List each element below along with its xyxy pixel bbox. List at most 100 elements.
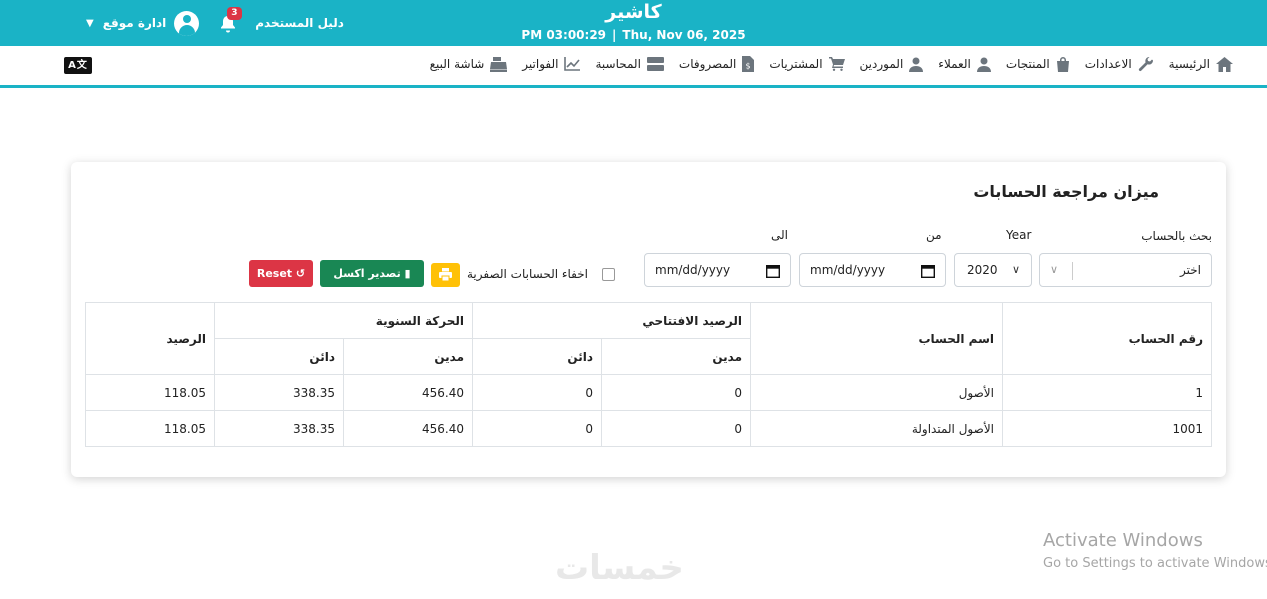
nav-item-label: شاشة البيع (429, 57, 485, 71)
cell-balance: 118.05 (85, 410, 215, 447)
column-header-annual-movement: الحركة السنوية (214, 302, 473, 339)
cell-balance: 118.05 (85, 374, 215, 411)
trial-balance-card: ميزان مراجعة الحسابات بحث بالحساب Year م… (71, 162, 1226, 477)
column-header-account-name: اسم الحساب (750, 302, 1003, 375)
table-row: 1 الأصول 0 0 456.40 338.35 118.05 (85, 374, 1212, 411)
column-header-movement-credit: دائن (214, 338, 344, 375)
nav-item-label: الفواتير (522, 57, 559, 71)
admin-menu-label[interactable]: ادارة موقع (103, 16, 167, 30)
reset-button[interactable]: Reset ↺ (249, 260, 313, 287)
nav-item-settings[interactable]: الاعدادات (1085, 56, 1154, 72)
nav-item-home[interactable]: الرئيسية (1168, 56, 1233, 72)
user-icon (976, 57, 991, 72)
home-icon (1216, 56, 1233, 72)
calendar-icon[interactable] (765, 263, 781, 282)
excel-file-icon: ▮ (404, 267, 411, 280)
current-time: PM 03:00:29 (521, 28, 607, 42)
current-date: Thu, Nov 06, 2025 (622, 28, 746, 42)
nav-items: الرئيسية الاعدادات المنتجات العملاء المو… (415, 56, 1233, 72)
column-header-opening-balance: الرصيد الافتتاحي (472, 302, 751, 339)
cell-account-number: 1001 (1002, 410, 1212, 447)
user-icon (909, 57, 924, 72)
from-date-label: من (926, 228, 942, 242)
export-excel-label: تصدير اكسل (333, 267, 401, 280)
chevron-down-icon[interactable]: ▼ (86, 18, 94, 29)
avatar-icon[interactable] (174, 10, 200, 36)
calendar-icon[interactable] (920, 263, 936, 282)
svg-text:$: $ (746, 62, 751, 71)
chevron-down-icon[interactable]: ∨ (1050, 263, 1058, 276)
notification-count-badge: 3 (227, 7, 242, 20)
cell-movement-credit: 338.35 (214, 410, 344, 447)
table-row: 1001 الأصول المتداولة 0 0 456.40 338.35 … (85, 410, 1212, 447)
hide-zero-accounts-label: اخفاء الحسابات الصفرية (467, 267, 589, 281)
to-date-input[interactable]: mm/dd/yyyy (644, 253, 791, 287)
column-header-opening-credit: دائن (472, 338, 602, 375)
from-date-input[interactable]: mm/dd/yyyy (799, 253, 946, 287)
activate-windows-subtitle: Go to Settings to activate Windows. (1043, 556, 1267, 571)
nav-item-accounting[interactable]: المحاسبة (595, 57, 664, 71)
nav-item-expenses[interactable]: $ المصروفات (678, 56, 755, 72)
cell-movement-credit: 338.35 (214, 374, 344, 411)
cell-account-name: الأصول المتداولة (750, 410, 1003, 447)
cell-movement-debit: 456.40 (343, 410, 473, 447)
to-date-value: mm/dd/yyyy (655, 263, 731, 277)
reset-label: Reset (256, 267, 293, 280)
from-date-value: mm/dd/yyyy (810, 263, 886, 277)
user-area: ▼ ادارة موقع 3 دليل المستخدم (86, 7, 344, 36)
year-select[interactable]: 2020 ∨ (954, 253, 1032, 287)
nav-item-label: الاعدادات (1084, 57, 1132, 71)
hide-zero-accounts-control: اخفاء الحسابات الصفرية (467, 267, 616, 281)
nav-item-label: المشتريات (769, 57, 823, 71)
printer-icon (439, 268, 452, 281)
nav-item-label: المحاسبة (595, 57, 641, 71)
hide-zero-accounts-checkbox[interactable] (602, 267, 616, 281)
nav-item-products[interactable]: المنتجات (1006, 56, 1070, 72)
select-divider (1072, 262, 1073, 280)
cart-icon (828, 57, 845, 71)
cell-opening-debit: 0 (601, 410, 751, 447)
user-guide-link[interactable]: دليل المستخدم (255, 16, 344, 30)
money-file-icon: $ (742, 56, 755, 72)
server-icon (646, 57, 664, 71)
nav-item-label: الموردين (859, 57, 904, 71)
trial-balance-table: رقم الحساب اسم الحساب الرصيد الافتتاحي ا… (85, 302, 1212, 447)
cell-opening-credit: 0 (472, 374, 602, 411)
nav-item-label: العملاء (938, 57, 971, 71)
year-filter-label: Year (1006, 228, 1032, 242)
table-header-row: رقم الحساب اسم الحساب الرصيد الافتتاحي ا… (85, 302, 1212, 375)
chevron-down-icon: ∨ (1011, 263, 1020, 276)
cell-movement-debit: 456.40 (343, 374, 473, 411)
language-toggle-icon[interactable]: A文 (64, 57, 92, 74)
bag-icon (1056, 56, 1070, 72)
undo-icon: ↺ (295, 267, 306, 280)
to-date-label: الى (771, 228, 788, 242)
year-select-value: 2020 (967, 263, 998, 277)
nav-item-invoices[interactable]: الفواتير (522, 57, 581, 71)
nav-item-suppliers[interactable]: الموردين (860, 57, 924, 72)
nav-item-pos[interactable]: شاشة البيع (429, 56, 508, 72)
nav-item-purchases[interactable]: المشتريات (769, 57, 845, 71)
account-select-value: اختر (1180, 263, 1201, 277)
top-bar: كاشير PM 03:00:29 | Thu, Nov 06, 2025 ▼ اد… (0, 0, 1267, 46)
nav-item-label: الرئيسية (1168, 57, 1210, 71)
print-button[interactable] (431, 263, 460, 287)
nav-item-customers[interactable]: العملاء (938, 57, 991, 72)
activate-windows-title: Activate Windows (1043, 530, 1203, 551)
nav-item-label: المصروفات (678, 57, 737, 71)
column-header-account-number: رقم الحساب (1002, 302, 1212, 375)
cell-account-name: الأصول (750, 374, 1003, 411)
page-title: ميزان مراجعة الحسابات (973, 182, 1159, 201)
export-excel-button[interactable]: ▮ تصدير اكسل (320, 260, 424, 287)
datetime-separator: | (612, 28, 617, 42)
notifications-button[interactable]: 3 (217, 7, 242, 35)
cell-opening-debit: 0 (601, 374, 751, 411)
cell-account-number: 1 (1002, 374, 1212, 411)
column-header-balance: الرصيد (85, 302, 215, 375)
cell-opening-credit: 0 (472, 410, 602, 447)
account-filter-label: بحث بالحساب (1141, 229, 1212, 243)
chart-icon (564, 57, 581, 71)
wrench-icon (1138, 56, 1154, 72)
account-select[interactable]: اختر ∨ (1039, 253, 1212, 287)
nav-item-label: المنتجات (1005, 57, 1050, 71)
